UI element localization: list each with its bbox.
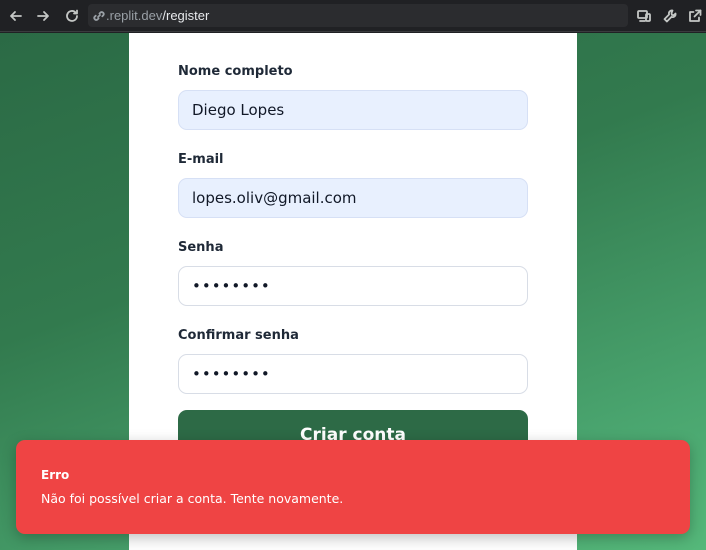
devices-icon[interactable]: [633, 5, 655, 27]
forward-icon[interactable]: [32, 5, 54, 27]
name-label: Nome completo: [178, 64, 293, 79]
url-path: /register: [162, 8, 210, 23]
error-toast[interactable]: Erro Não foi possível criar a conta. Ten…: [16, 440, 690, 534]
open-external-icon[interactable]: [684, 5, 706, 27]
address-bar[interactable]: .replit.dev /register: [88, 4, 628, 27]
password-label: Senha: [178, 240, 224, 255]
confirm-password-label: Confirmar senha: [178, 328, 299, 343]
reload-icon[interactable]: [61, 5, 83, 27]
password-field[interactable]: ••••••••: [178, 266, 528, 306]
email-label: E-mail: [178, 152, 224, 167]
toast-title: Erro: [41, 468, 70, 482]
link-icon: [92, 9, 106, 23]
wrench-icon[interactable]: [659, 5, 681, 27]
toast-message: Não foi possível criar a conta. Tente no…: [41, 491, 344, 506]
confirm-password-field[interactable]: ••••••••: [178, 354, 528, 394]
back-icon[interactable]: [5, 5, 27, 27]
email-field[interactable]: lopes.oliv@gmail.com: [178, 178, 528, 218]
name-field[interactable]: Diego Lopes: [178, 90, 528, 130]
url-domain: .replit.dev: [106, 8, 163, 23]
browser-toolbar: .replit.dev /register: [0, 0, 706, 32]
